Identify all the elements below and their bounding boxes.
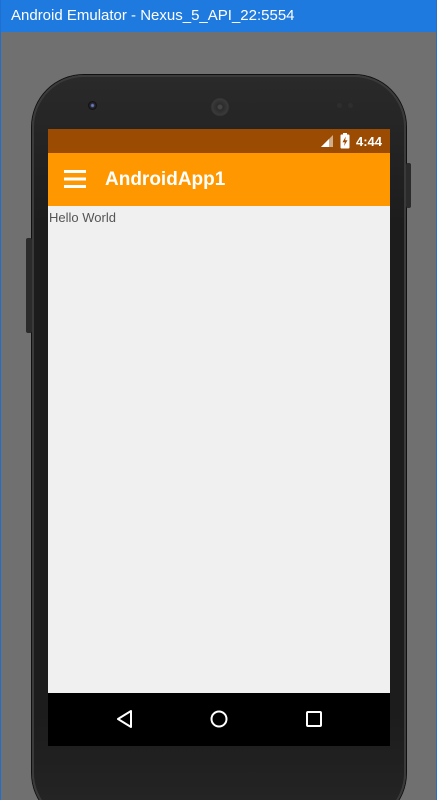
back-icon[interactable] (113, 707, 137, 731)
earpiece-speaker-icon (210, 97, 230, 117)
status-icons: 4:44 (320, 129, 382, 153)
device-screen[interactable]: 4:44 AndroidApp1 Hello World (48, 129, 390, 746)
home-icon[interactable] (207, 707, 231, 731)
app-title: AndroidApp1 (105, 169, 226, 190)
navigation-bar (48, 693, 390, 746)
proximity-sensor-icon (337, 103, 355, 109)
signal-icon (320, 135, 333, 147)
status-time: 4:44 (355, 133, 382, 149)
volume-button[interactable] (26, 238, 32, 333)
content-area: Hello World (48, 206, 390, 693)
app-bar: AndroidApp1 (48, 153, 390, 206)
hamburger-menu-icon[interactable] (64, 168, 86, 190)
phone-frame: 4:44 AndroidApp1 Hello World (26, 75, 411, 800)
power-button[interactable] (406, 163, 411, 208)
window-title-bar[interactable]: Android Emulator - Nexus_5_API_22:5554 (1, 0, 436, 32)
recents-icon[interactable] (302, 707, 326, 731)
front-camera-icon (88, 101, 97, 110)
battery-charging-icon (340, 133, 350, 149)
hello-world-text: Hello World (49, 210, 116, 225)
emulator-window: Android Emulator - Nexus_5_API_22:5554 4… (0, 0, 437, 800)
status-bar: 4:44 (48, 129, 390, 153)
window-title: Android Emulator - Nexus_5_API_22:5554 (11, 7, 295, 24)
emulator-area: 4:44 AndroidApp1 Hello World (1, 32, 436, 800)
